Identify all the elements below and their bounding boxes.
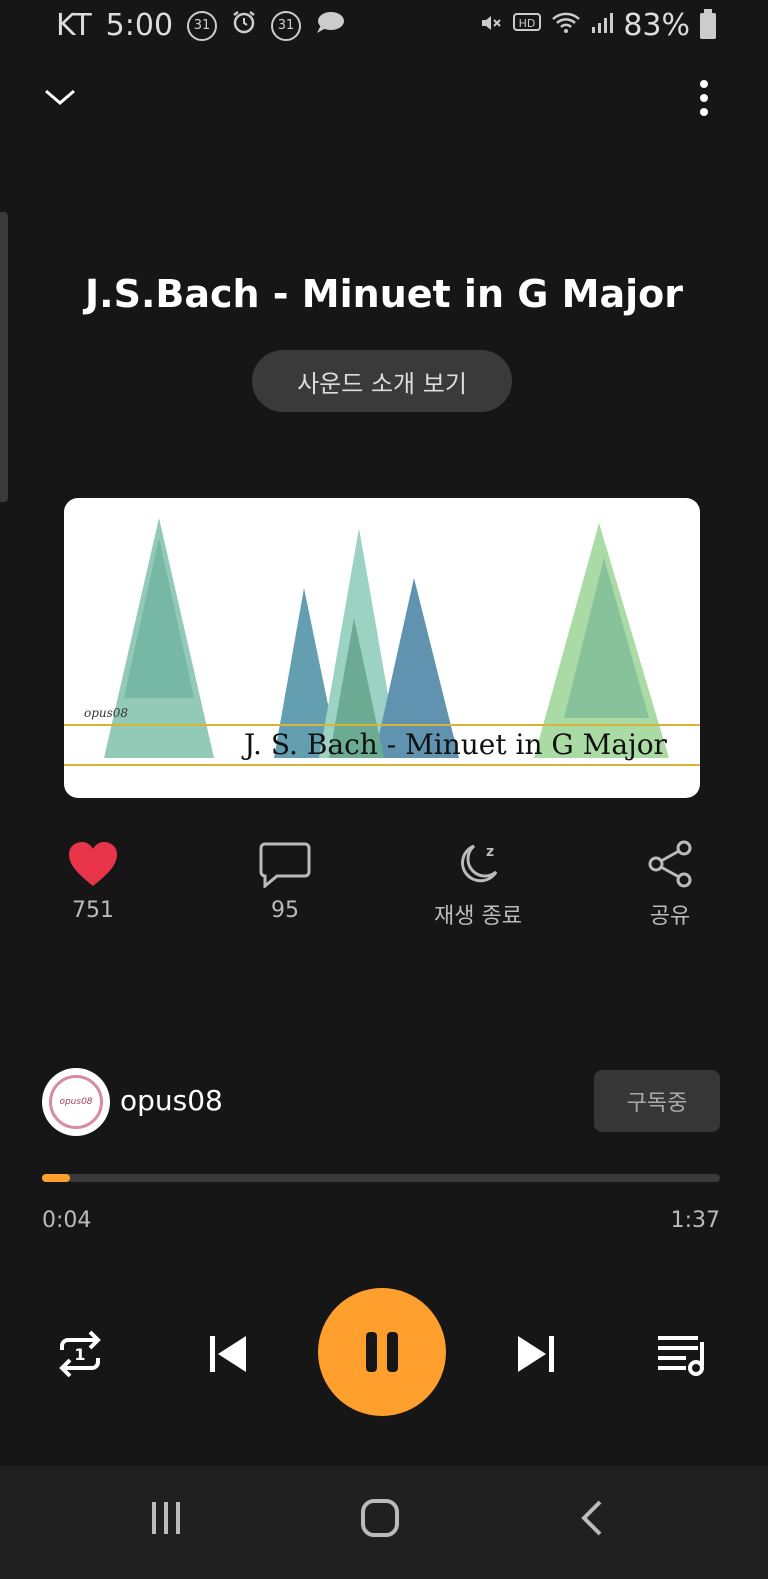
- playlist-button[interactable]: [646, 1318, 718, 1390]
- art-caption: J. S. Bach - Minuet in G Major: [244, 728, 667, 761]
- moon-sleep-icon: z: [461, 844, 498, 883]
- previous-button[interactable]: [192, 1318, 264, 1390]
- signal-icon: [591, 8, 614, 43]
- channel-name[interactable]: opus08: [120, 1084, 223, 1117]
- skip-previous-icon: [210, 1336, 246, 1372]
- share-icon: [648, 840, 692, 888]
- more-vertical-icon: [700, 80, 708, 116]
- mute-icon: [479, 8, 503, 43]
- recent-apps-icon: [152, 1502, 180, 1534]
- heart-icon: [69, 842, 117, 886]
- wifi-icon: [551, 8, 581, 43]
- edge-panel-handle[interactable]: [0, 212, 8, 502]
- status-right: HD 83%: [479, 8, 716, 43]
- clock: 5:00: [105, 8, 174, 43]
- status-left: KT 5:00 31 31: [56, 8, 345, 43]
- subscribe-button[interactable]: 구독중: [594, 1070, 720, 1132]
- comment-icon: [259, 842, 311, 888]
- duration-time: 1:37: [670, 1208, 720, 1233]
- navigation-bar: [0, 1466, 768, 1579]
- chat-icon: [315, 8, 345, 43]
- skip-next-icon: [518, 1336, 554, 1372]
- art-divider-top: [64, 724, 700, 726]
- share-label: 공유: [649, 904, 691, 929]
- like-count: 751: [72, 898, 114, 923]
- like-button[interactable]: 751: [33, 840, 153, 923]
- comment-count: 95: [271, 898, 299, 923]
- home-button[interactable]: [358, 1496, 402, 1540]
- pause-icon: [366, 1332, 398, 1372]
- calendar-icon: 31: [271, 10, 302, 41]
- svg-text:HD: HD: [519, 17, 536, 30]
- home-icon: [361, 1499, 399, 1537]
- hd-icon: HD: [513, 8, 542, 43]
- chevron-down-icon: [45, 89, 75, 105]
- svg-text:z: z: [486, 844, 494, 860]
- art-divider-bottom: [64, 764, 700, 766]
- recent-apps-button[interactable]: [144, 1496, 188, 1540]
- calendar-icon: 31: [187, 10, 218, 41]
- sound-intro-button[interactable]: 사운드 소개 보기: [252, 350, 512, 412]
- repeat-button[interactable]: 1: [44, 1318, 116, 1390]
- track-title: J.S.Bach - Minuet in G Major: [85, 272, 683, 316]
- svg-text:1: 1: [74, 1345, 85, 1364]
- collapse-button[interactable]: [40, 78, 80, 118]
- album-art: opus08 J. S. Bach - Minuet in G Major: [64, 498, 700, 798]
- playlist-icon: [658, 1336, 704, 1376]
- back-button[interactable]: [572, 1496, 616, 1540]
- pause-button[interactable]: [318, 1288, 446, 1416]
- carrier-label: KT: [56, 8, 92, 43]
- status-bar: KT 5:00 31 31 HD 83%: [0, 0, 768, 56]
- comment-button[interactable]: 95: [225, 840, 345, 923]
- battery-icon: [700, 8, 716, 39]
- progress-fill: [42, 1174, 70, 1182]
- repeat-one-icon: 1: [59, 1330, 101, 1378]
- channel-avatar[interactable]: opus08: [42, 1068, 110, 1136]
- alarm-icon: [231, 8, 257, 43]
- battery-percent: 83%: [623, 8, 690, 43]
- progress-bar[interactable]: [42, 1174, 720, 1182]
- next-button[interactable]: [500, 1318, 572, 1390]
- sleep-timer-button[interactable]: z 재생 종료: [418, 840, 538, 930]
- more-options-button[interactable]: [686, 76, 722, 120]
- sleep-timer-label: 재생 종료: [434, 904, 522, 929]
- back-icon: [581, 1500, 602, 1536]
- art-logo: opus08: [84, 706, 129, 720]
- avatar-logo: opus08: [49, 1075, 103, 1129]
- elapsed-time: 0:04: [42, 1208, 92, 1233]
- share-button[interactable]: 공유: [610, 840, 730, 930]
